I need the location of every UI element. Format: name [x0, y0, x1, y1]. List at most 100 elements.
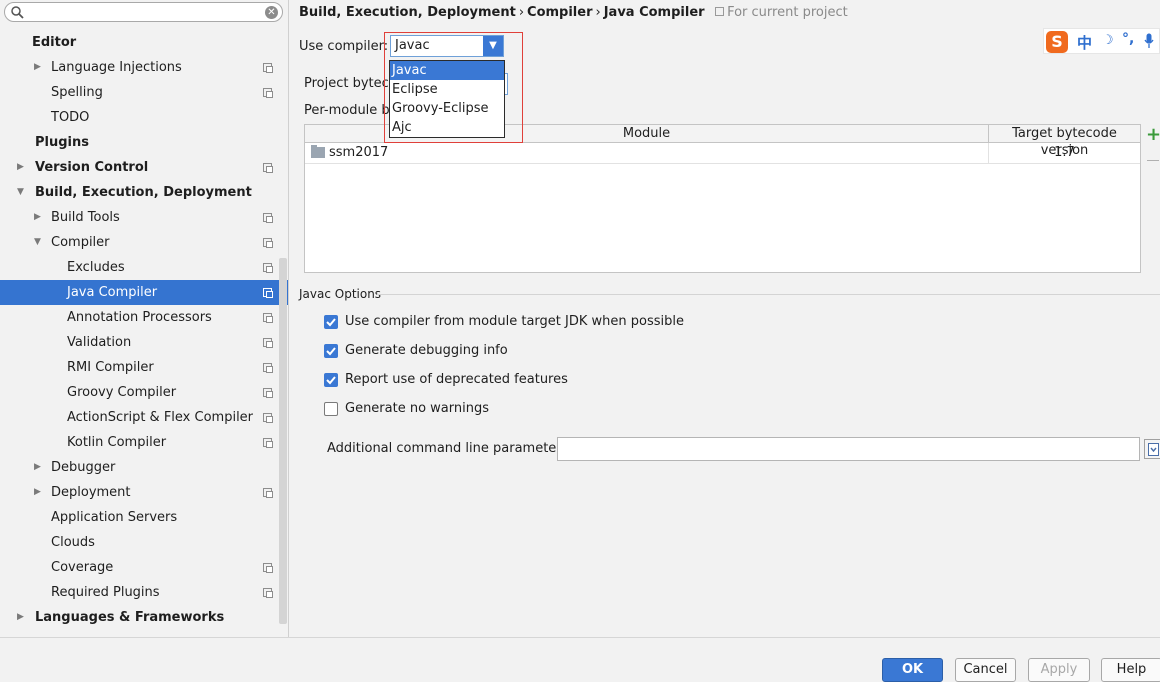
tree-item-application-servers[interactable]: Application Servers [0, 505, 288, 530]
sidebar-scrollbar[interactable] [279, 258, 287, 624]
compiler-select[interactable]: Javac ▼ [390, 35, 504, 57]
project-scope-icon [263, 88, 273, 98]
report-deprecated-label[interactable]: Report use of deprecated features [345, 372, 568, 387]
tree-item-label: Validation [67, 335, 132, 350]
tree-item-label: ActionScript & Flex Compiler [67, 410, 254, 425]
generate-no-warnings-label[interactable]: Generate no warnings [345, 401, 489, 416]
tree-item-label: RMI Compiler [67, 360, 154, 375]
expand-arrow-icon[interactable]: ▶ [34, 205, 41, 230]
tree-item-todo[interactable]: TODO [0, 105, 288, 130]
moon-icon[interactable]: ☽ [1102, 33, 1114, 48]
clear-search-icon[interactable]: ✕ [265, 6, 278, 19]
compiler-option-ajc[interactable]: Ajc [390, 118, 504, 137]
tree-item-deployment[interactable]: ▶ Deployment [0, 480, 288, 505]
use-module-jdk-checkbox[interactable] [324, 315, 338, 329]
expand-arrow-icon[interactable]: ▶ [34, 55, 41, 80]
cancel-button[interactable]: Cancel [955, 658, 1016, 682]
collapse-arrow-icon[interactable]: ▼ [17, 180, 24, 205]
compiler-option-javac[interactable]: Javac [390, 61, 504, 80]
table-row[interactable]: ssm2017 1.7 [305, 143, 1140, 164]
expand-arrow-icon[interactable]: ▶ [17, 155, 24, 180]
tree-item-label: Groovy Compiler [67, 385, 177, 400]
tree-item-label: Spelling [51, 85, 103, 100]
report-deprecated-checkbox[interactable] [324, 373, 338, 387]
project-scope-icon [263, 563, 273, 573]
expand-icon [1148, 443, 1159, 456]
tree-item-plugins[interactable]: Plugins [0, 130, 288, 155]
additional-params-input[interactable] [557, 437, 1140, 461]
compiler-option-groovy-eclipse[interactable]: Groovy-Eclipse [390, 99, 504, 118]
tree-item-validation[interactable]: Validation [0, 330, 288, 355]
module-bytecode-table: Module Target bytecode version ssm2017 1… [304, 124, 1141, 273]
breadcrumb-part: Build, Execution, Deployment [299, 5, 516, 20]
checkmark-icon [326, 376, 336, 385]
tree-item-label: Coverage [51, 560, 114, 575]
expand-field-button[interactable] [1144, 439, 1160, 459]
tree-item-debugger[interactable]: ▶ Debugger [0, 455, 288, 480]
settings-tree: Editor ▶ Language Injections Spelling TO… [0, 30, 288, 630]
remove-icon[interactable] [1147, 160, 1159, 161]
tree-item-build-tools[interactable]: ▶ Build Tools [0, 205, 288, 230]
collapse-arrow-icon[interactable]: ▼ [34, 230, 41, 255]
tree-item-spelling[interactable]: Spelling [0, 80, 288, 105]
project-scope-icon [263, 363, 273, 373]
settings-search-box[interactable]: ✕ [4, 2, 283, 22]
tree-item-label: Version Control [35, 160, 149, 175]
tree-item-java-compiler[interactable]: Java Compiler [0, 280, 288, 305]
expand-arrow-icon[interactable]: ▶ [34, 480, 41, 505]
project-scope-icon [263, 263, 273, 273]
tree-item-editor[interactable]: Editor [0, 30, 288, 55]
sogou-logo-icon[interactable]: S [1046, 31, 1068, 53]
use-module-jdk-label[interactable]: Use compiler from module target JDK when… [345, 314, 684, 329]
compiler-option-eclipse[interactable]: Eclipse [390, 80, 504, 99]
project-scope-icon [263, 388, 273, 398]
chevron-down-icon[interactable]: ▼ [483, 36, 503, 56]
tree-item-rmi-compiler[interactable]: RMI Compiler [0, 355, 288, 380]
settings-sidebar: ✕ Editor ▶ Language Injections Spelling … [0, 0, 289, 637]
tree-item-clouds[interactable]: Clouds [0, 530, 288, 555]
tree-item-groovy-compiler[interactable]: Groovy Compiler [0, 380, 288, 405]
search-icon [11, 6, 24, 19]
table-cell-version[interactable]: 1.7 [989, 143, 1140, 163]
tree-item-languages-frameworks[interactable]: ▶ Languages & Frameworks [0, 605, 288, 630]
module-name: ssm2017 [329, 145, 389, 160]
project-scope-icon [263, 238, 273, 248]
tree-item-compiler[interactable]: ▼ Compiler [0, 230, 288, 255]
ime-mode-toggle[interactable]: 中 [1077, 32, 1092, 53]
tree-item-label: Language Injections [51, 60, 182, 75]
punctuation-toggle[interactable]: °, [1122, 31, 1134, 47]
breadcrumb-part: Java Compiler [603, 5, 705, 20]
tree-item-actionscript-flex-compiler[interactable]: ActionScript & Flex Compiler [0, 405, 288, 430]
tree-item-build-execution-deployment[interactable]: ▼ Build, Execution, Deployment [0, 180, 288, 205]
tree-item-label: Compiler [51, 235, 110, 250]
tree-item-annotation-processors[interactable]: Annotation Processors [0, 305, 288, 330]
settings-search-input[interactable] [29, 4, 263, 22]
tree-item-label: TODO [51, 110, 90, 125]
ime-toolbar[interactable]: S 中 ☽ °, [1043, 28, 1160, 54]
breadcrumb-part: Compiler [527, 5, 593, 20]
tree-item-label: Build, Execution, Deployment [35, 185, 252, 200]
project-scope-icon [263, 588, 273, 598]
tree-item-label: Deployment [51, 485, 131, 500]
generate-debug-info-checkbox[interactable] [324, 344, 338, 358]
add-icon[interactable]: + [1146, 126, 1160, 144]
tree-item-kotlin-compiler[interactable]: Kotlin Compiler [0, 430, 288, 455]
additional-params-label: Additional command line parameters: [327, 441, 573, 456]
microphone-icon[interactable] [1144, 33, 1154, 49]
help-button[interactable]: Help [1101, 658, 1160, 682]
tree-item-version-control[interactable]: ▶ Version Control [0, 155, 288, 180]
generate-debug-info-label[interactable]: Generate debugging info [345, 343, 508, 358]
tree-item-coverage[interactable]: Coverage [0, 555, 288, 580]
project-scope-icon [263, 213, 273, 223]
breadcrumb-separator: › [518, 5, 525, 20]
expand-arrow-icon[interactable]: ▶ [17, 605, 24, 630]
tree-item-language-injections[interactable]: ▶ Language Injections [0, 55, 288, 80]
expand-arrow-icon[interactable]: ▶ [34, 455, 41, 480]
generate-no-warnings-checkbox[interactable] [324, 402, 338, 416]
tree-item-required-plugins[interactable]: Required Plugins [0, 580, 288, 605]
tree-item-label: Build Tools [51, 210, 120, 225]
tree-item-excludes[interactable]: Excludes [0, 255, 288, 280]
apply-button[interactable]: Apply [1028, 658, 1090, 682]
ok-button[interactable]: OK [882, 658, 943, 682]
checkmark-icon [326, 318, 336, 327]
